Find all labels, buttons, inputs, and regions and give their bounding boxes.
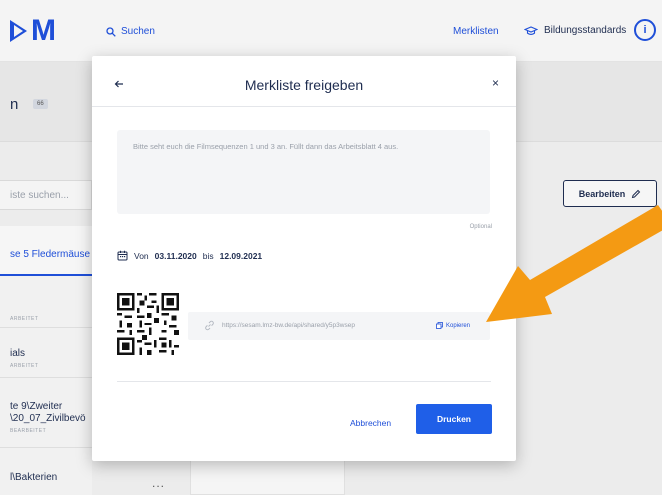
graduation-cap-icon: [524, 25, 538, 35]
list-item-status: BEARBEITET: [10, 428, 47, 434]
date-from: 03.11.2020: [154, 250, 197, 261]
date-mid: bis: [202, 250, 214, 261]
list-item-title: ials: [10, 348, 26, 359]
date-prefix: Von: [134, 250, 149, 261]
page-title: n: [10, 96, 19, 113]
copy-button[interactable]: Kopieren: [436, 322, 470, 329]
info-icon[interactable]: i: [634, 19, 656, 41]
print-button[interactable]: Drucken: [416, 404, 492, 434]
list-item-title-line2: \20_07_Zivilbevö: [10, 413, 86, 424]
list-item-title: l\Bakterien: [10, 472, 58, 483]
top-navigation-bar: M Suchen Merklisten Bildungsstandards i: [0, 0, 662, 62]
search-link[interactable]: Suchen: [106, 26, 155, 37]
list-item[interactable]: ials ARBEITET: [0, 328, 92, 378]
copy-button-label: Kopieren: [446, 322, 471, 329]
search-icon: [106, 26, 116, 37]
calendar-icon: [117, 250, 128, 261]
date-range[interactable]: Von 03.11.2020 bis 12.09.2021: [117, 250, 262, 261]
edit-button-label: Bearbeiten: [578, 188, 626, 199]
message-textarea[interactable]: Bitte seht euch die Filmsequenzen 1 und …: [117, 130, 490, 214]
list-item[interactable]: ARBEITET: [0, 278, 92, 328]
list-item-active[interactable]: se 5 Fledermäuse: [0, 226, 92, 276]
list-item-status: ARBEITET: [10, 316, 39, 322]
app-logo[interactable]: M: [10, 14, 57, 48]
list-item-title: se 5 Fledermäuse: [10, 249, 91, 260]
optional-hint: Optional: [469, 224, 492, 230]
dialog-footer-divider: [117, 381, 491, 382]
share-merkliste-dialog: Merkliste freigeben × Bitte seht euch di…: [92, 56, 516, 461]
count-badge: 66: [33, 99, 48, 109]
list-item[interactable]: te 9\Zweiter \20_07_Zivilbevö BEARBEITET: [0, 378, 92, 448]
pencil-icon: [632, 189, 641, 198]
merklisten-link[interactable]: Merklisten: [453, 26, 499, 37]
bildungsstandards-label: Bildungsstandards: [544, 25, 627, 36]
list-item-status: ARBEITET: [10, 363, 39, 369]
share-url-text: https://sesam.lmz-bw.de/api/shared/y5p3w…: [222, 322, 355, 329]
share-url-field[interactable]: https://sesam.lmz-bw.de/api/shared/y5p3w…: [188, 312, 490, 340]
logo-text: M: [31, 14, 57, 47]
copy-icon: [436, 322, 443, 329]
list-item[interactable]: l\Bakterien: [0, 448, 92, 495]
qr-code: [117, 293, 179, 355]
dialog-title: Merkliste freigeben: [244, 77, 364, 93]
logo-triangle-icon: [10, 20, 27, 42]
cancel-button[interactable]: Abbrechen: [350, 418, 391, 428]
link-icon: [205, 320, 214, 331]
merkliste-search-input[interactable]: iste suchen...: [0, 180, 92, 210]
close-icon[interactable]: ×: [492, 76, 499, 90]
bildungsstandards-link[interactable]: Bildungsstandards: [524, 25, 626, 36]
more-options-icon[interactable]: ...: [152, 476, 165, 490]
search-link-label: Suchen: [121, 26, 155, 37]
merkliste-list: se 5 Fledermäuse ARBEITET ials ARBEITET …: [0, 226, 92, 495]
date-to: 12.09.2021: [219, 250, 263, 261]
list-item-title: te 9\Zweiter: [10, 401, 63, 412]
dialog-header-divider: [92, 106, 516, 107]
edit-button[interactable]: Bearbeiten: [563, 180, 657, 207]
